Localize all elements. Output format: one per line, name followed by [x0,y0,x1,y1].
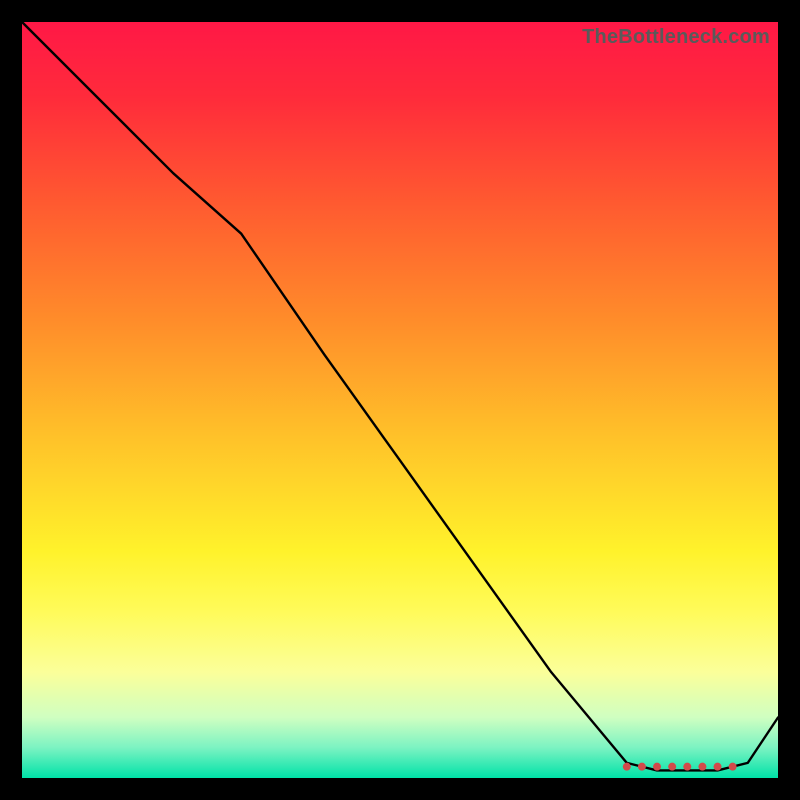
marker-dot [668,763,676,771]
bottleneck-curve-path [22,22,778,770]
marker-dot [714,763,722,771]
marker-dot [683,763,691,771]
marker-dot [638,763,646,771]
marker-dot [653,763,661,771]
marker-dot [623,763,631,771]
marker-dot [698,763,706,771]
marker-dot [729,763,737,771]
plot-area: TheBottleneck.com [22,22,778,778]
chart-container: TheBottleneck.com [0,0,800,800]
chart-svg [22,22,778,778]
